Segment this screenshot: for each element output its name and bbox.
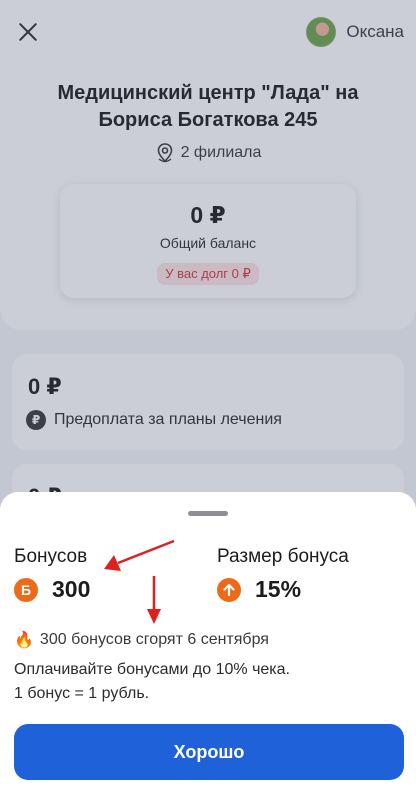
bonus-expiry: 🔥 300 бонусов сгорят 6 сентября xyxy=(14,630,269,650)
bonus-bottom-sheet: Бонусов Б 300 Размер бонуса 15% 🔥 300 бо… xyxy=(0,492,416,792)
bonus-count-label: Бонусов xyxy=(14,546,88,567)
bonus-note-line1: Оплачивайте бонусами до 10% чека. xyxy=(14,661,290,678)
bonus-note-line2: 1 бонус = 1 рубль. xyxy=(14,685,150,702)
fire-icon: 🔥 xyxy=(14,632,34,649)
bonus-size-label: Размер бонуса xyxy=(217,546,349,567)
bonus-expiry-text: 300 бонусов сгорят 6 сентября xyxy=(39,631,269,648)
bonus-size-value: 15% xyxy=(255,576,302,602)
bonus-count: Б 300 xyxy=(14,576,90,603)
ok-button[interactable]: Хорошо xyxy=(14,724,404,780)
bonus-coin-icon: Б xyxy=(14,577,38,602)
bonus-note: Оплачивайте бонусами до 10% чека. 1 бону… xyxy=(14,658,404,706)
bonus-count-value: 300 xyxy=(52,576,91,602)
sheet-grabber[interactable] xyxy=(188,511,228,516)
bonus-size: 15% xyxy=(217,576,301,603)
arrow-up-icon xyxy=(217,577,241,602)
